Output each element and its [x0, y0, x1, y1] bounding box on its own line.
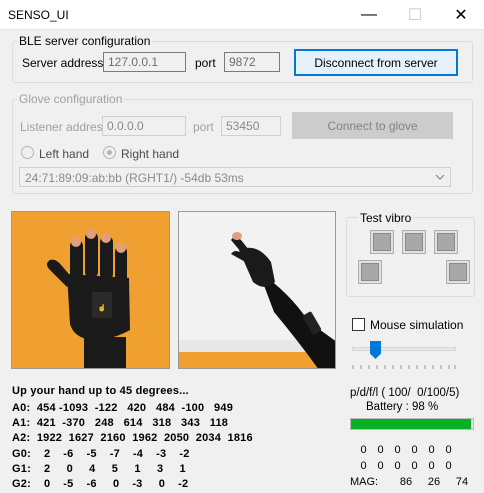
test-vibro-legend: Test vibro — [358, 211, 414, 225]
battery-progress-fill — [351, 419, 471, 429]
ble-config-legend: BLE server configuration — [17, 34, 153, 48]
readout-row-g0: G0: 2 -6 -5 -7 -4 -3 -2 — [12, 447, 253, 462]
glove-port-label: port — [193, 120, 214, 134]
glove-config-legend: Glove configuration — [17, 92, 125, 106]
readout-row-g1: G1: 2 0 4 5 1 3 1 — [12, 462, 253, 477]
mouse-simulation-checkbox[interactable] — [352, 318, 365, 331]
readout-values-g1: 2 0 4 5 1 3 1 — [43, 462, 186, 475]
readout-row-g2: G2: 0 -5 -6 0 -3 0 -2 — [12, 477, 253, 492]
zero-value: 0 — [377, 444, 384, 456]
vibro-button-3[interactable] — [434, 230, 458, 254]
mag-value: 86 — [399, 476, 413, 488]
left-hand-label: Left hand — [39, 147, 90, 161]
readout-values-a1: 421 -370 248 614 318 343 118 — [36, 417, 229, 430]
minimize-icon: — — [361, 6, 377, 23]
zero-value: 0 — [411, 444, 418, 456]
zero-value: 0 — [411, 460, 418, 472]
listener-address-field[interactable]: 0.0.0.0 — [102, 116, 186, 136]
readout-row-a0: A0: 454 -1093 -122 420 484 -100 949 — [12, 401, 253, 416]
readout-label-g2: G2: — [12, 478, 31, 491]
disconnect-server-button[interactable]: Disconnect from server — [294, 49, 458, 76]
zero-value: 0 — [428, 444, 435, 456]
glove-front-image: ☝ — [11, 211, 170, 369]
left-hand-radio[interactable] — [21, 146, 34, 159]
readout-row-a1: A1: 421 -370 248 614 318 343 118 — [12, 416, 253, 431]
readout-row-a2: A2: 1922 1627 2160 1962 2050 2034 1816 — [12, 431, 253, 446]
server-port-label: port — [195, 56, 216, 70]
readout-label-a0: A0: — [12, 402, 31, 414]
vibro-button-1[interactable] — [370, 230, 394, 254]
readout-label-a2: A2: — [12, 432, 31, 445]
test-vibro-group — [346, 217, 475, 297]
zero-value: 0 — [445, 460, 452, 472]
mag-value: 26 — [427, 476, 441, 488]
listener-address-label: Listener address — [20, 120, 109, 134]
readout-values-g0: 2 -6 -5 -7 -4 -3 -2 — [43, 447, 190, 460]
readout-label-g0: G0: — [12, 447, 31, 460]
glove-port-field[interactable]: 53450 — [221, 116, 281, 136]
zero-value: 0 — [360, 460, 367, 472]
battery-progress-bar — [350, 418, 474, 430]
readout-values-g2: 0 -5 -6 0 -3 0 -2 — [43, 478, 189, 491]
vibro-button-2[interactable] — [402, 230, 426, 254]
zero-value: 0 — [445, 444, 452, 456]
zeros-row-1: 0 0 0 0 0 0 — [355, 444, 457, 456]
connect-glove-button[interactable]: Connect to glove — [292, 112, 453, 139]
mag-label: MAG: — [350, 476, 379, 488]
title-bar: SENSO_UI — ☐ ✕ — [0, 0, 484, 30]
zero-value: 0 — [360, 444, 367, 456]
readout-values-a0: 454 -1093 -122 420 484 -100 949 — [36, 402, 234, 414]
slider-ticks-svg — [352, 365, 456, 369]
close-icon: ✕ — [454, 7, 468, 24]
right-hand-radio[interactable] — [103, 146, 116, 159]
zeros-row-2: 0 0 0 0 0 0 — [355, 460, 457, 472]
instruction-text: Up your hand up to 45 degrees... — [12, 385, 189, 397]
window-title: SENSO_UI — [8, 8, 69, 22]
vibro-button-4[interactable] — [358, 260, 382, 284]
zero-value: 0 — [428, 460, 435, 472]
right-hand-label: Right hand — [121, 147, 180, 161]
zero-value: 0 — [394, 460, 401, 472]
svg-text:☝: ☝ — [98, 303, 107, 312]
readout-values-a2: 1922 1627 2160 1962 2050 2034 1816 — [36, 432, 253, 445]
vibro-button-5[interactable] — [446, 260, 470, 284]
zero-value: 0 — [394, 444, 401, 456]
glove-side-image — [178, 211, 336, 369]
minimize-button[interactable]: — — [346, 0, 392, 30]
battery-status: Battery : 98 % — [366, 401, 439, 413]
mag-value: 74 — [455, 476, 469, 488]
sensor-readout: A0: 454 -1093 -122 420 484 -100 949 A1: … — [12, 401, 253, 492]
maximize-icon: ☐ — [407, 7, 423, 24]
sensitivity-slider-thumb[interactable] — [370, 341, 381, 359]
sensitivity-slider-track[interactable] — [352, 347, 456, 351]
device-select-value: 24:71:89:09:ab:bb (RGHT1/) -54db 53ms — [25, 171, 244, 185]
readout-label-a1: A1: — [12, 417, 31, 430]
zero-value: 0 — [377, 460, 384, 472]
pdfl-status: p/d/f/l ( 100/ 0/100/5) — [350, 387, 460, 399]
glove-front-illustration: ☝ — [12, 212, 169, 368]
slider-ticks — [352, 360, 456, 369]
device-select[interactable]: 24:71:89:09:ab:bb (RGHT1/) -54db 53ms — [19, 167, 451, 187]
close-button[interactable]: ✕ — [438, 0, 484, 30]
glove-side-illustration — [179, 212, 335, 368]
mouse-simulation-label: Mouse simulation — [370, 318, 464, 332]
mag-row: MAG: 86 26 74 — [350, 476, 476, 488]
server-port-field[interactable]: 9872 — [224, 52, 280, 72]
server-address-label: Server address — [22, 56, 104, 70]
readout-label-g1: G1: — [12, 462, 31, 475]
server-address-field[interactable]: 127.0.0.1 — [103, 52, 186, 72]
chevron-down-icon — [435, 174, 445, 180]
maximize-button: ☐ — [392, 0, 438, 30]
